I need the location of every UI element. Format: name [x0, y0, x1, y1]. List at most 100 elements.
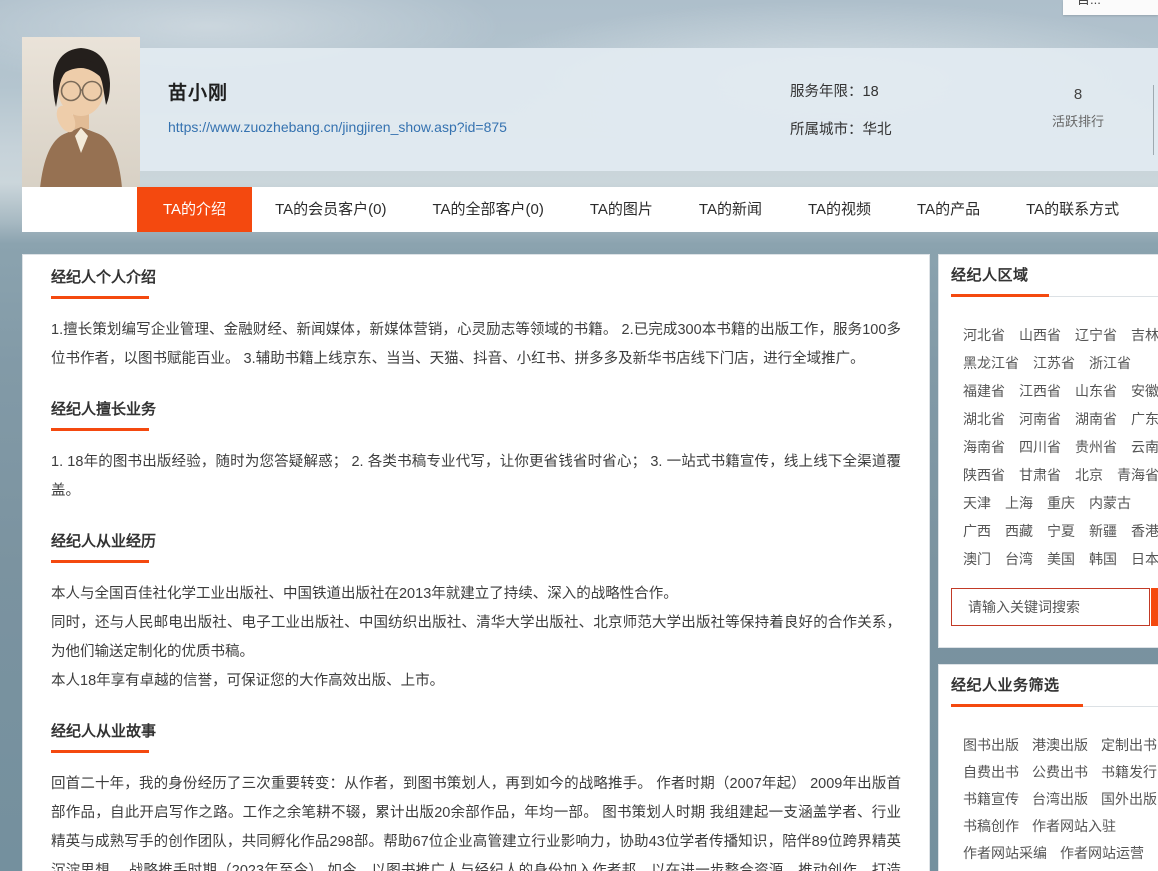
search-button[interactable] [1151, 588, 1158, 626]
keyword-search-input[interactable] [951, 588, 1150, 626]
tab-item-3[interactable]: TA的图片 [567, 187, 676, 232]
business-link[interactable]: 台湾出版 [1032, 789, 1088, 809]
section-heading: 经纪人个人介绍 [51, 269, 901, 287]
region-link[interactable]: 广西 [963, 521, 991, 541]
section-paragraph: 本人与全国百佳社化学工业出版社、中国铁道出版社在2013年就建立了持续、深入的战… [51, 580, 901, 609]
region-link-row: 湖北省河南省湖南省广东省 [963, 405, 1158, 433]
region-link[interactable]: 青海省 [1117, 465, 1158, 485]
service-years-label: 服务年限： [790, 84, 863, 100]
business-link[interactable]: 书籍发行 [1101, 762, 1157, 782]
business-link[interactable]: 国外出版 [1101, 789, 1157, 809]
region-link-row: 黑龙江省江苏省浙江省 [963, 349, 1158, 377]
region-link[interactable]: 香港 [1131, 521, 1158, 541]
region-link-row: 陕西省甘肃省北京青海省 [963, 461, 1158, 489]
region-link[interactable]: 新疆 [1089, 521, 1117, 541]
region-link[interactable]: 辽宁省 [1075, 325, 1117, 345]
region-link[interactable]: 黑龙江省 [963, 353, 1019, 373]
region-panel-heading: 经纪人区域 [951, 267, 1158, 285]
vertical-divider [1153, 85, 1154, 155]
region-link[interactable]: 陕西省 [963, 465, 1005, 485]
region-link[interactable]: 江苏省 [1033, 353, 1075, 373]
region-link[interactable]: 天津 [963, 493, 991, 513]
floating-widget[interactable]: 目... [1063, 0, 1158, 15]
business-link[interactable]: 图书出版 [963, 735, 1019, 755]
tab-item-7[interactable]: TA的联系方式 [1003, 187, 1142, 232]
business-link[interactable]: 书籍宣传 [963, 789, 1019, 809]
section-paragraph: 回首二十年，我的身份经历了三次重要转变：从作者，到图书策划人，再到如今的战略推手… [51, 770, 901, 871]
floating-widget-text: 目... [1077, 0, 1101, 7]
city-row: 所属城市：华北 [790, 118, 892, 139]
business-panel-heading: 经纪人业务筛选 [951, 677, 1158, 695]
region-link[interactable]: 河北省 [963, 325, 1005, 345]
region-link[interactable]: 贵州省 [1075, 437, 1117, 457]
region-link[interactable]: 浙江省 [1089, 353, 1131, 373]
avatar [22, 37, 140, 188]
region-link[interactable]: 福建省 [963, 381, 1005, 401]
section-heading: 经纪人擅长业务 [51, 401, 901, 419]
region-link[interactable]: 湖北省 [963, 409, 1005, 429]
tab-item-1[interactable]: TA的会员客户(0) [252, 187, 409, 232]
panel-underline [951, 294, 1158, 297]
business-link[interactable]: 作者网站采编 [963, 843, 1047, 863]
service-years-row: 服务年限：18 [790, 80, 892, 101]
tab-item-2[interactable]: TA的全部客户(0) [409, 187, 566, 232]
city-label: 所属城市： [790, 122, 863, 138]
tab-list: TA的介绍TA的会员客户(0)TA的全部客户(0)TA的图片TA的新闻TA的视频… [137, 187, 1158, 232]
business-link-row: 书稿创作作者网站入驻 [963, 812, 1158, 839]
rank-value: 8 [1018, 86, 1138, 103]
region-link-row: 河北省山西省辽宁省吉林省 [963, 321, 1158, 349]
business-link[interactable]: 自费出书 [963, 762, 1019, 782]
region-link[interactable]: 广东省 [1131, 409, 1158, 429]
region-link-row: 天津上海重庆内蒙古 [963, 489, 1158, 517]
region-link[interactable]: 四川省 [1019, 437, 1061, 457]
region-link[interactable]: 西藏 [1005, 521, 1033, 541]
region-link[interactable]: 韩国 [1089, 549, 1117, 569]
region-link[interactable]: 重庆 [1047, 493, 1075, 513]
business-link[interactable]: 作者网站运营 [1060, 843, 1144, 863]
heading-underline [51, 750, 149, 753]
section-paragraph: 1.擅长策划编写企业管理、金融财经、新闻媒体，新媒体营销，心灵励志等领域的书籍。… [51, 316, 901, 374]
region-link[interactable]: 美国 [1047, 549, 1075, 569]
region-link[interactable]: 江西省 [1019, 381, 1061, 401]
business-link-row: 书籍宣传台湾出版国外出版 [963, 785, 1158, 812]
region-link[interactable]: 湖南省 [1075, 409, 1117, 429]
main-content-card: 经纪人个人介绍 1.擅长策划编写企业管理、金融财经、新闻媒体，新媒体营销，心灵励志… [22, 254, 930, 871]
region-link[interactable]: 河南省 [1019, 409, 1061, 429]
section-paragraph: 同时，还与人民邮电出版社、电子工业出版社、中国纺织出版社、清华大学出版社、北京师… [51, 609, 901, 667]
region-link-row: 福建省江西省山东省安徽省 [963, 377, 1158, 405]
business-link[interactable]: 书稿创作 [963, 816, 1019, 836]
tab-item-6[interactable]: TA的产品 [894, 187, 1003, 232]
business-link[interactable]: 定制出书 [1101, 735, 1157, 755]
region-link[interactable]: 内蒙古 [1089, 493, 1131, 513]
tab-item-5[interactable]: TA的视频 [785, 187, 894, 232]
region-link[interactable]: 海南省 [963, 437, 1005, 457]
region-link-list: 河北省山西省辽宁省吉林省黑龙江省江苏省浙江省福建省江西省山东省安徽省湖北省河南省… [951, 321, 1158, 573]
rank-label: 活跃排行 [1018, 111, 1138, 130]
region-link[interactable]: 吉林省 [1131, 325, 1158, 345]
heading-underline [51, 296, 149, 299]
region-link-row: 广西西藏宁夏新疆香港 [963, 517, 1158, 545]
tab-item-4[interactable]: TA的新闻 [676, 187, 785, 232]
business-link[interactable]: 港澳出版 [1032, 735, 1088, 755]
section-heading: 经纪人从业故事 [51, 723, 901, 741]
business-link[interactable]: 作者网站入驻 [1032, 816, 1116, 836]
region-link[interactable]: 上海 [1005, 493, 1033, 513]
business-link[interactable]: 公费出书 [1032, 762, 1088, 782]
region-link[interactable]: 宁夏 [1047, 521, 1075, 541]
region-link[interactable]: 山东省 [1075, 381, 1117, 401]
heading-underline [51, 428, 149, 431]
region-link[interactable]: 台湾 [1005, 549, 1033, 569]
tab-item-0[interactable]: TA的介绍 [137, 187, 252, 232]
profile-url-link[interactable]: https://www.zuozhebang.cn/jingjiren_show… [168, 119, 507, 135]
keyword-search [951, 588, 1158, 626]
region-link[interactable]: 甘肃省 [1019, 465, 1061, 485]
region-link[interactable]: 安徽省 [1131, 381, 1158, 401]
region-panel: 经纪人区域 河北省山西省辽宁省吉林省黑龙江省江苏省浙江省福建省江西省山东省安徽省… [938, 254, 1158, 648]
business-link-row: 图书出版港澳出版定制出书 [963, 731, 1158, 758]
region-link[interactable]: 北京 [1075, 465, 1103, 485]
section-paragraph: 本人18年享有卓越的信誉，可保证您的大作高效出版、上市。 [51, 667, 901, 696]
region-link[interactable]: 山西省 [1019, 325, 1061, 345]
region-link[interactable]: 云南省 [1131, 437, 1158, 457]
region-link[interactable]: 澳门 [963, 549, 991, 569]
region-link[interactable]: 日本 [1131, 549, 1158, 569]
